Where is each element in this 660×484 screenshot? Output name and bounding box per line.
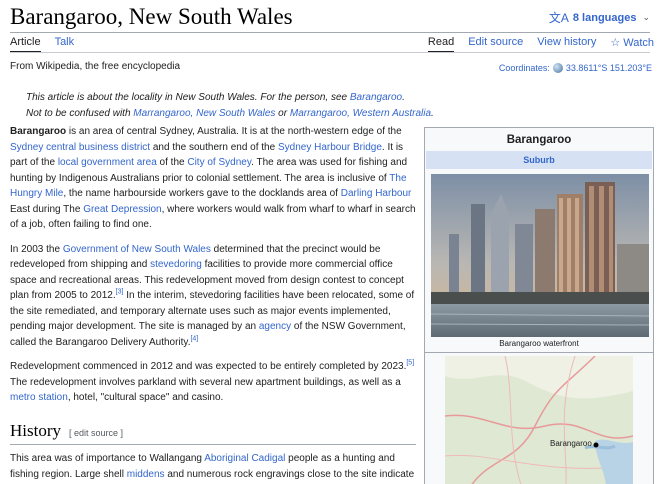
tab-watch[interactable]: ☆ Watch <box>610 36 654 53</box>
paragraph-2: In 2003 the Government of New South Wale… <box>10 242 417 351</box>
section-heading-history: History [ edit source ] <box>10 421 416 445</box>
article-body: Barangaroo is an area of central Sydney,… <box>10 124 417 415</box>
text: and numerous rock engravings close to th… <box>164 468 415 480</box>
language-selector[interactable]: 文A 8 languages ⌄ <box>549 9 650 26</box>
edit-section-link[interactable]: [ edit source ] <box>69 428 123 438</box>
hatnote: This article is about the locality in Ne… <box>26 90 434 121</box>
citation-link[interactable]: [4] <box>190 335 198 342</box>
star-icon: ☆ <box>610 37 621 49</box>
coordinates: Coordinates: 33.8611°S 151.203°E <box>499 63 652 73</box>
title-divider <box>10 32 650 33</box>
text: The redevelopment involves parkland with… <box>10 376 401 388</box>
inline-link[interactable]: agency <box>259 321 291 332</box>
tab-article[interactable]: Article <box>10 36 41 53</box>
waterfront-photo[interactable] <box>431 174 649 337</box>
infobox: Barangaroo Suburb Barangaroo waterfront … <box>424 127 654 484</box>
translate-icon: 文A <box>548 11 569 25</box>
inline-link[interactable]: Great Depression <box>83 204 161 215</box>
infobox-title: Barangaroo <box>506 134 572 146</box>
inline-link[interactable]: Government of New South Wales <box>63 244 211 255</box>
skyline-image <box>431 174 649 337</box>
inline-link[interactable]: City of Sydney <box>187 157 251 168</box>
infobox-subtitle[interactable]: Suburb <box>426 151 652 169</box>
paragraph-1: Barangaroo is an area of central Sydney,… <box>10 124 417 233</box>
text: In 2003 the <box>10 243 63 255</box>
tab-edit-source[interactable]: Edit source <box>468 36 523 53</box>
section-title: History <box>10 421 61 440</box>
text: East during The <box>10 203 84 215</box>
watch-label: Watch <box>623 37 654 49</box>
chevron-down-icon: ⌄ <box>642 12 650 22</box>
inline-link[interactable]: Aboriginal Cadigal <box>204 453 285 464</box>
hatnote-line-1: This article is about the locality in Ne… <box>26 90 434 106</box>
hatnote-text: . <box>431 107 434 119</box>
hatnote-text: Not to be confused with <box>26 107 134 119</box>
hatnote-link[interactable]: Marrangaroo, Western Australia <box>290 108 431 119</box>
hatnote-line-2: Not to be confused with Marrangaroo, New… <box>26 106 434 122</box>
hatnote-text: This article is about the locality in Ne… <box>26 92 350 103</box>
tab-talk[interactable]: Talk <box>55 36 75 53</box>
coordinates-value[interactable]: 33.8611°S 151.203°E <box>566 63 652 73</box>
view-tabs: Read Edit source View history ☆ Watch <box>414 36 654 53</box>
coordinates-label[interactable]: Coordinates: <box>499 63 550 73</box>
text: and the southern end of the <box>150 141 278 153</box>
location-map[interactable]: Barangaroo <box>445 356 633 484</box>
map-marker-label: Barangaroo <box>550 439 592 448</box>
tab-view-history[interactable]: View history <box>537 36 596 53</box>
tabs-divider <box>10 52 650 53</box>
language-count: 8 languages <box>572 11 637 24</box>
hatnote-text: or <box>275 107 290 119</box>
inline-link[interactable]: Sydney central business district <box>10 142 150 153</box>
location-map-image <box>445 356 633 484</box>
hatnote-link[interactable]: Barangaroo <box>350 92 402 103</box>
text: of the <box>156 157 188 168</box>
text: , the name harbourside workers gave to t… <box>63 188 341 199</box>
namespace-tabs: Article Talk <box>10 36 88 53</box>
inline-link[interactable]: Sydney Harbour Bridge <box>278 142 382 153</box>
text: This area was of importance to Wallangan… <box>10 453 205 464</box>
photo-caption: Barangaroo waterfront <box>499 339 579 348</box>
globe-icon[interactable] <box>552 63 563 73</box>
citation-link[interactable]: [5] <box>406 360 414 367</box>
page-title: Barangaroo, New South Wales <box>10 4 293 29</box>
site-sub: From Wikipedia, the free encyclopedia <box>10 61 181 72</box>
inline-link[interactable]: local government area <box>58 157 157 168</box>
hatnote-text: . <box>402 92 405 103</box>
hatnote-link[interactable]: Marrangaroo, New South Wales <box>133 108 275 119</box>
tab-read[interactable]: Read <box>427 36 455 53</box>
infobox-divider <box>425 352 653 353</box>
subject-bold: Barangaroo <box>10 126 67 137</box>
text: is an area of central Sydney, Australia.… <box>66 126 402 137</box>
text: , hotel, "cultural space" and casino. <box>67 392 224 403</box>
paragraph-3: Redevelopment commenced in 2012 and was … <box>10 359 417 406</box>
text: Redevelopment commenced in 2012 and was … <box>10 361 407 372</box>
history-paragraph: This area was of importance to Wallangan… <box>10 451 417 482</box>
inline-link[interactable]: stevedoring <box>150 259 202 270</box>
inline-link[interactable]: metro station <box>10 392 68 403</box>
inline-link[interactable]: middens <box>127 469 165 480</box>
inline-link[interactable]: Darling Harbour <box>341 188 412 199</box>
